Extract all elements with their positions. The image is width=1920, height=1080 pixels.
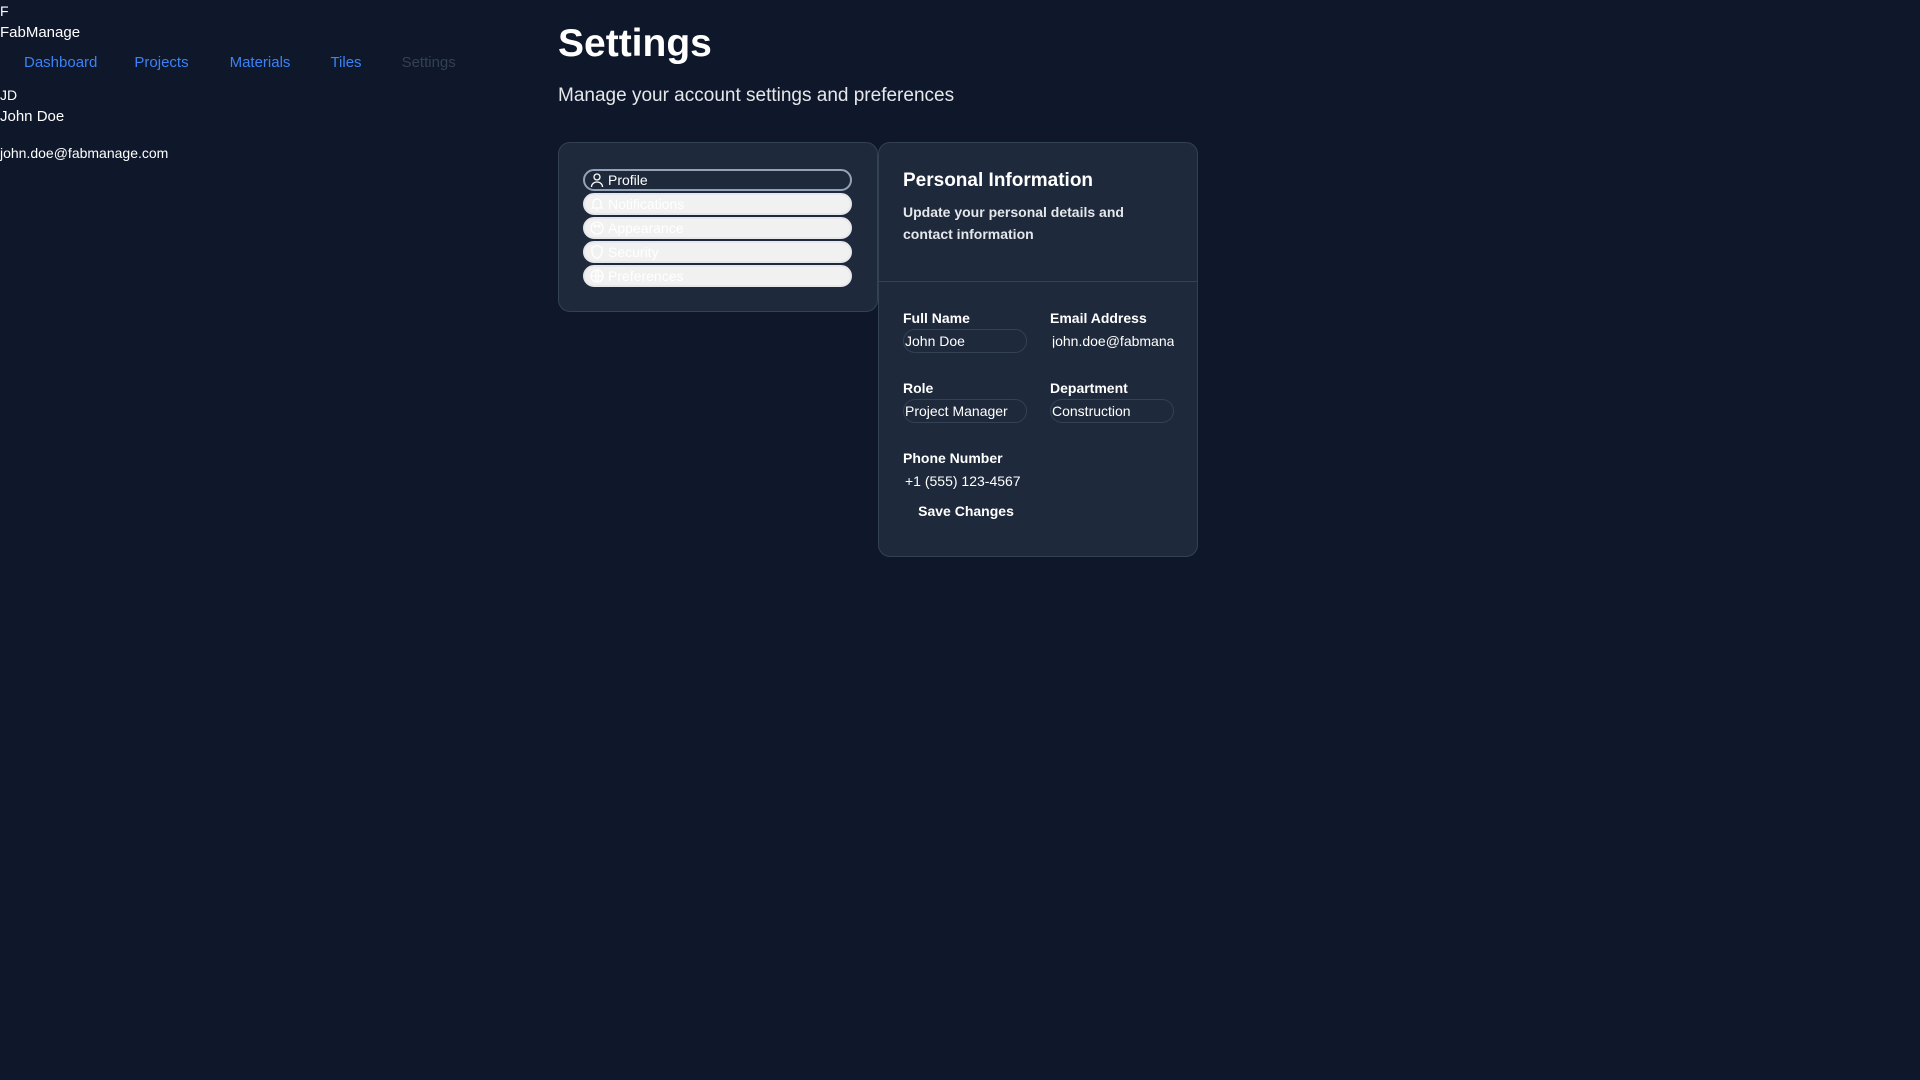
settings-tabs: Profile Notifications Appearance Securit… xyxy=(558,142,878,312)
nav-item-settings[interactable]: Settings xyxy=(382,52,476,74)
logo-mark: F xyxy=(0,3,9,19)
main-nav: Dashboard Projects Materials Tiles Setti… xyxy=(0,52,476,74)
personal-info-card: Personal Information Update your persona… xyxy=(878,142,1198,557)
tab-security[interactable]: Security xyxy=(583,241,852,263)
role-field[interactable] xyxy=(903,399,1027,423)
nav-item-dashboard[interactable]: Dashboard xyxy=(0,52,117,74)
page-title: Settings xyxy=(558,22,712,65)
divider xyxy=(879,281,1197,282)
tab-label: Security xyxy=(608,244,659,260)
user-name: John Doe xyxy=(0,108,65,125)
shield-icon xyxy=(589,244,605,260)
tab-preferences[interactable]: Preferences xyxy=(583,265,852,287)
department-label: Department xyxy=(1050,380,1128,396)
role-label: Role xyxy=(903,380,934,396)
save-changes-button[interactable]: Save Changes xyxy=(903,495,1029,527)
tab-notifications[interactable]: Notifications xyxy=(583,193,852,215)
bell-icon xyxy=(589,196,605,212)
tab-label: Preferences xyxy=(608,268,684,284)
tab-label: Profile xyxy=(608,172,648,188)
card-title: Personal Information xyxy=(903,170,1094,191)
department-field[interactable] xyxy=(1050,399,1174,423)
tab-label: Notifications xyxy=(608,196,685,212)
email-field[interactable] xyxy=(1050,329,1176,353)
brand-name: FabManage xyxy=(0,24,81,41)
nav-item-materials[interactable]: Materials xyxy=(209,52,311,74)
user-email: john.doe@fabmanage.com xyxy=(0,145,169,161)
phone-label: Phone Number xyxy=(903,450,1003,466)
nav-item-tiles[interactable]: Tiles xyxy=(310,52,381,74)
full-name-label: Full Name xyxy=(903,310,970,326)
full-name-field[interactable] xyxy=(903,329,1027,353)
globe-icon xyxy=(589,268,605,284)
palette-icon xyxy=(589,220,605,236)
tab-profile[interactable]: Profile xyxy=(583,169,852,191)
user-icon xyxy=(589,172,605,188)
phone-field[interactable] xyxy=(903,469,1033,493)
nav-item-projects[interactable]: Projects xyxy=(117,52,208,74)
tab-label: Appearance xyxy=(608,220,684,236)
avatar[interactable]: JD xyxy=(0,86,17,104)
page-subtitle: Manage your account settings and prefere… xyxy=(558,85,955,106)
tab-appearance[interactable]: Appearance xyxy=(583,217,852,239)
email-label: Email Address xyxy=(1050,310,1147,326)
card-description: Update your personal details and contact… xyxy=(903,204,1124,242)
